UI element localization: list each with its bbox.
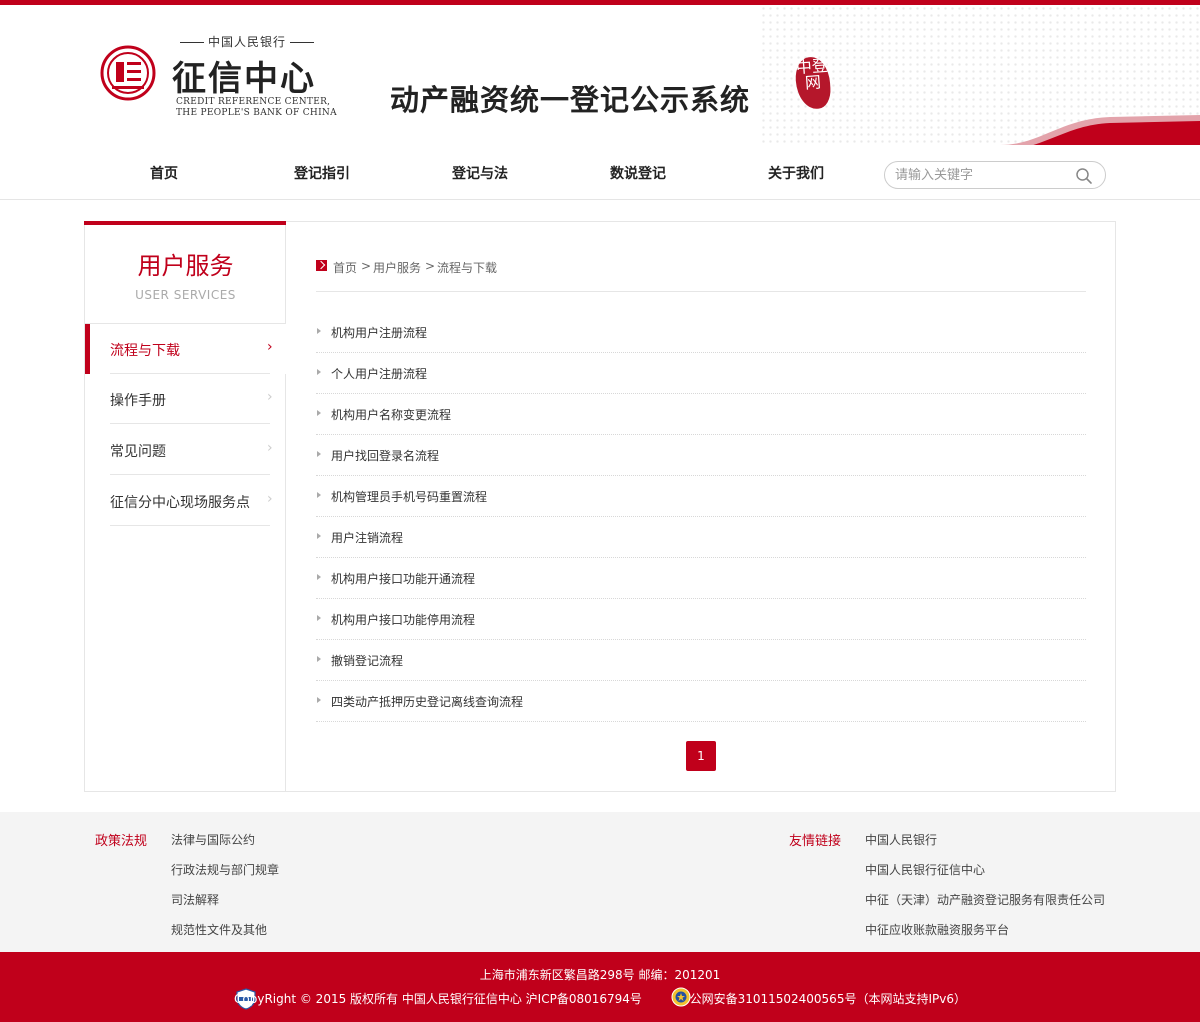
site-footer: 上海市浦东新区繁昌路298号 邮编：201201 CopyRight © 201… [0,952,1200,1022]
chevron-right-icon: › [267,491,273,507]
breadcrumb-current: 流程与下载 [437,261,498,275]
list-item-title[interactable]: 撤销登记流程 [331,652,403,669]
list-item-title[interactable]: 用户注销流程 [331,529,403,546]
nav-item-law[interactable]: 登记与法 [420,148,540,200]
policy-link[interactable]: 规范性文件及其他 [171,921,267,938]
friend-link[interactable]: 中国人民银行征信中心 [865,861,985,878]
list-item-title[interactable]: 个人用户注册流程 [331,365,427,382]
sidebar-item-divider [110,474,270,475]
friend-link[interactable]: 中国人民银行 [865,831,937,848]
list-item[interactable]: 撤销登记流程 [316,640,1086,681]
list-item-title[interactable]: 机构管理员手机号码重置流程 [331,488,487,505]
nav-item-data[interactable]: 数说登记 [578,148,698,200]
breadcrumb-home[interactable]: 首页 [333,259,357,276]
sidebar-item-label: 流程与下载 [110,343,180,359]
chevron-right-icon: › [267,339,273,355]
list-item[interactable]: 机构用户接口功能开通流程 [316,558,1086,599]
system-title: 动产融资统一登记公示系统 [390,83,751,117]
policy-link[interactable]: 法律与国际公约 [171,831,255,848]
list-item[interactable]: 四类动产抵押历史登记离线查询流程 [316,681,1086,722]
triangle-bullet-icon [317,697,321,703]
logo-top-text: 中国人民银行 [176,33,318,50]
nav-item-home[interactable]: 首页 [104,148,224,200]
security-record-text[interactable]: 沪公网安备31011502400565号（本网站支持IPv6） [678,992,966,1006]
logo-en-line2: THE PEOPLE'S BANK OF CHINA [176,108,337,118]
active-indicator [85,324,90,374]
sidebar: 用户服务 USER SERVICES 流程与下载 › 操作手册 › 常见问题 ›… [84,221,286,791]
sidebar-item-divider [110,525,270,526]
search-icon[interactable] [1075,167,1093,185]
list-item-title[interactable]: 四类动产抵押历史登记离线查询流程 [331,693,523,710]
list-item[interactable]: 用户找回登录名流程 [316,435,1086,476]
triangle-bullet-icon [317,410,321,416]
breadcrumb-arrow-icon [316,260,327,271]
triangle-bullet-icon [317,615,321,621]
list-item-title[interactable]: 用户找回登录名流程 [331,447,439,464]
triangle-bullet-icon [317,328,321,334]
sidebar-item-faq[interactable]: 常见问题 › [85,425,286,475]
breadcrumb-sep: > [361,259,372,273]
policy-heading: 政策法规 [95,834,148,849]
sidebar-item-divider [110,373,270,374]
list-item[interactable]: 机构用户名称变更流程 [316,394,1086,435]
sidebar-item-label: 征信分中心现场服务点 [110,495,250,511]
sidebar-item-service-points[interactable]: 征信分中心现场服务点 › [85,476,286,526]
friend-links-heading: 友情链接 [789,834,842,849]
list-item[interactable]: 机构管理员手机号码重置流程 [316,476,1086,517]
breadcrumb-section[interactable]: 用户服务 [373,259,421,276]
search-input[interactable] [895,165,1065,185]
sidebar-item-manual[interactable]: 操作手册 › [85,374,286,424]
main-panel: 用户服务 USER SERVICES 流程与下载 › 操作手册 › 常见问题 ›… [84,221,1116,792]
policy-link[interactable]: 行政法规与部门规章 [171,861,279,878]
triangle-bullet-icon [317,574,321,580]
chevron-right-icon: › [267,389,273,405]
friend-link[interactable]: 中征应收账款融资服务平台 [865,921,1009,938]
sidebar-item-label: 常见问题 [110,444,166,460]
site-header: 中国人民银行 征信中心 CREDIT REFERENCE CENTER, THE… [0,5,1200,145]
list-item[interactable]: 机构用户注册流程 [316,312,1086,353]
chevron-right-icon: › [267,440,273,456]
copyright-text: CopyRight © 2015 版权所有 中国人民银行征信中心 沪ICP备08… [234,992,642,1006]
nav-item-guide[interactable]: 登记指引 [262,148,382,200]
sidebar-item-divider [110,423,270,424]
logo-en-line1: CREDIT REFERENCE CENTER, [176,97,331,107]
pagination-page-1[interactable]: 1 [686,741,716,771]
triangle-bullet-icon [317,451,321,457]
credit-center-emblem-icon [100,45,156,101]
triangle-bullet-icon [317,492,321,498]
download-list: 机构用户注册流程 个人用户注册流程 机构用户名称变更流程 用户找回登录名流程 机… [316,312,1086,722]
sidebar-item-label: 操作手册 [110,393,166,409]
list-item-title[interactable]: 机构用户名称变更流程 [331,406,451,423]
list-item-title[interactable]: 机构用户接口功能停用流程 [331,611,475,628]
sidebar-subtitle: USER SERVICES [135,288,236,302]
footer-copyright-line: CopyRight © 2015 版权所有 中国人民银行征信中心 沪ICP备08… [0,990,1200,1007]
breadcrumb-divider [316,291,1086,292]
nav-item-about[interactable]: 关于我们 [736,148,856,200]
triangle-bullet-icon [317,533,321,539]
triangle-bullet-icon [317,656,321,662]
policy-link[interactable]: 司法解释 [171,891,219,908]
police-emblem-icon [671,987,691,1007]
footer-address: 上海市浦东新区繁昌路298号 邮编：201201 [479,968,721,982]
friend-link[interactable]: 中征（天津）动产融资登记服务有限责任公司 [865,891,1105,908]
list-item[interactable]: 个人用户注册流程 [316,353,1086,394]
footer-links: 政策法规 法律与国际公约 行政法规与部门规章 司法解释 规范性文件及其他 友情链… [0,812,1200,952]
triangle-bullet-icon [317,369,321,375]
list-item-title[interactable]: 机构用户注册流程 [331,324,427,341]
breadcrumb-sep: > [425,259,436,273]
logo-main-text: 征信中心 [172,59,316,99]
list-item-title[interactable]: 机构用户接口功能开通流程 [331,570,475,587]
list-item[interactable]: 机构用户接口功能停用流程 [316,599,1086,640]
sidebar-title: 用户服务 [137,252,234,280]
sidebar-item-process-download[interactable]: 流程与下载 › [85,324,286,374]
search-box [884,161,1106,189]
main-nav: 首页 登记指引 登记与法 数说登记 关于我们 [0,148,1200,200]
list-item[interactable]: 用户注销流程 [316,517,1086,558]
sidebar-accent-line [84,221,286,225]
